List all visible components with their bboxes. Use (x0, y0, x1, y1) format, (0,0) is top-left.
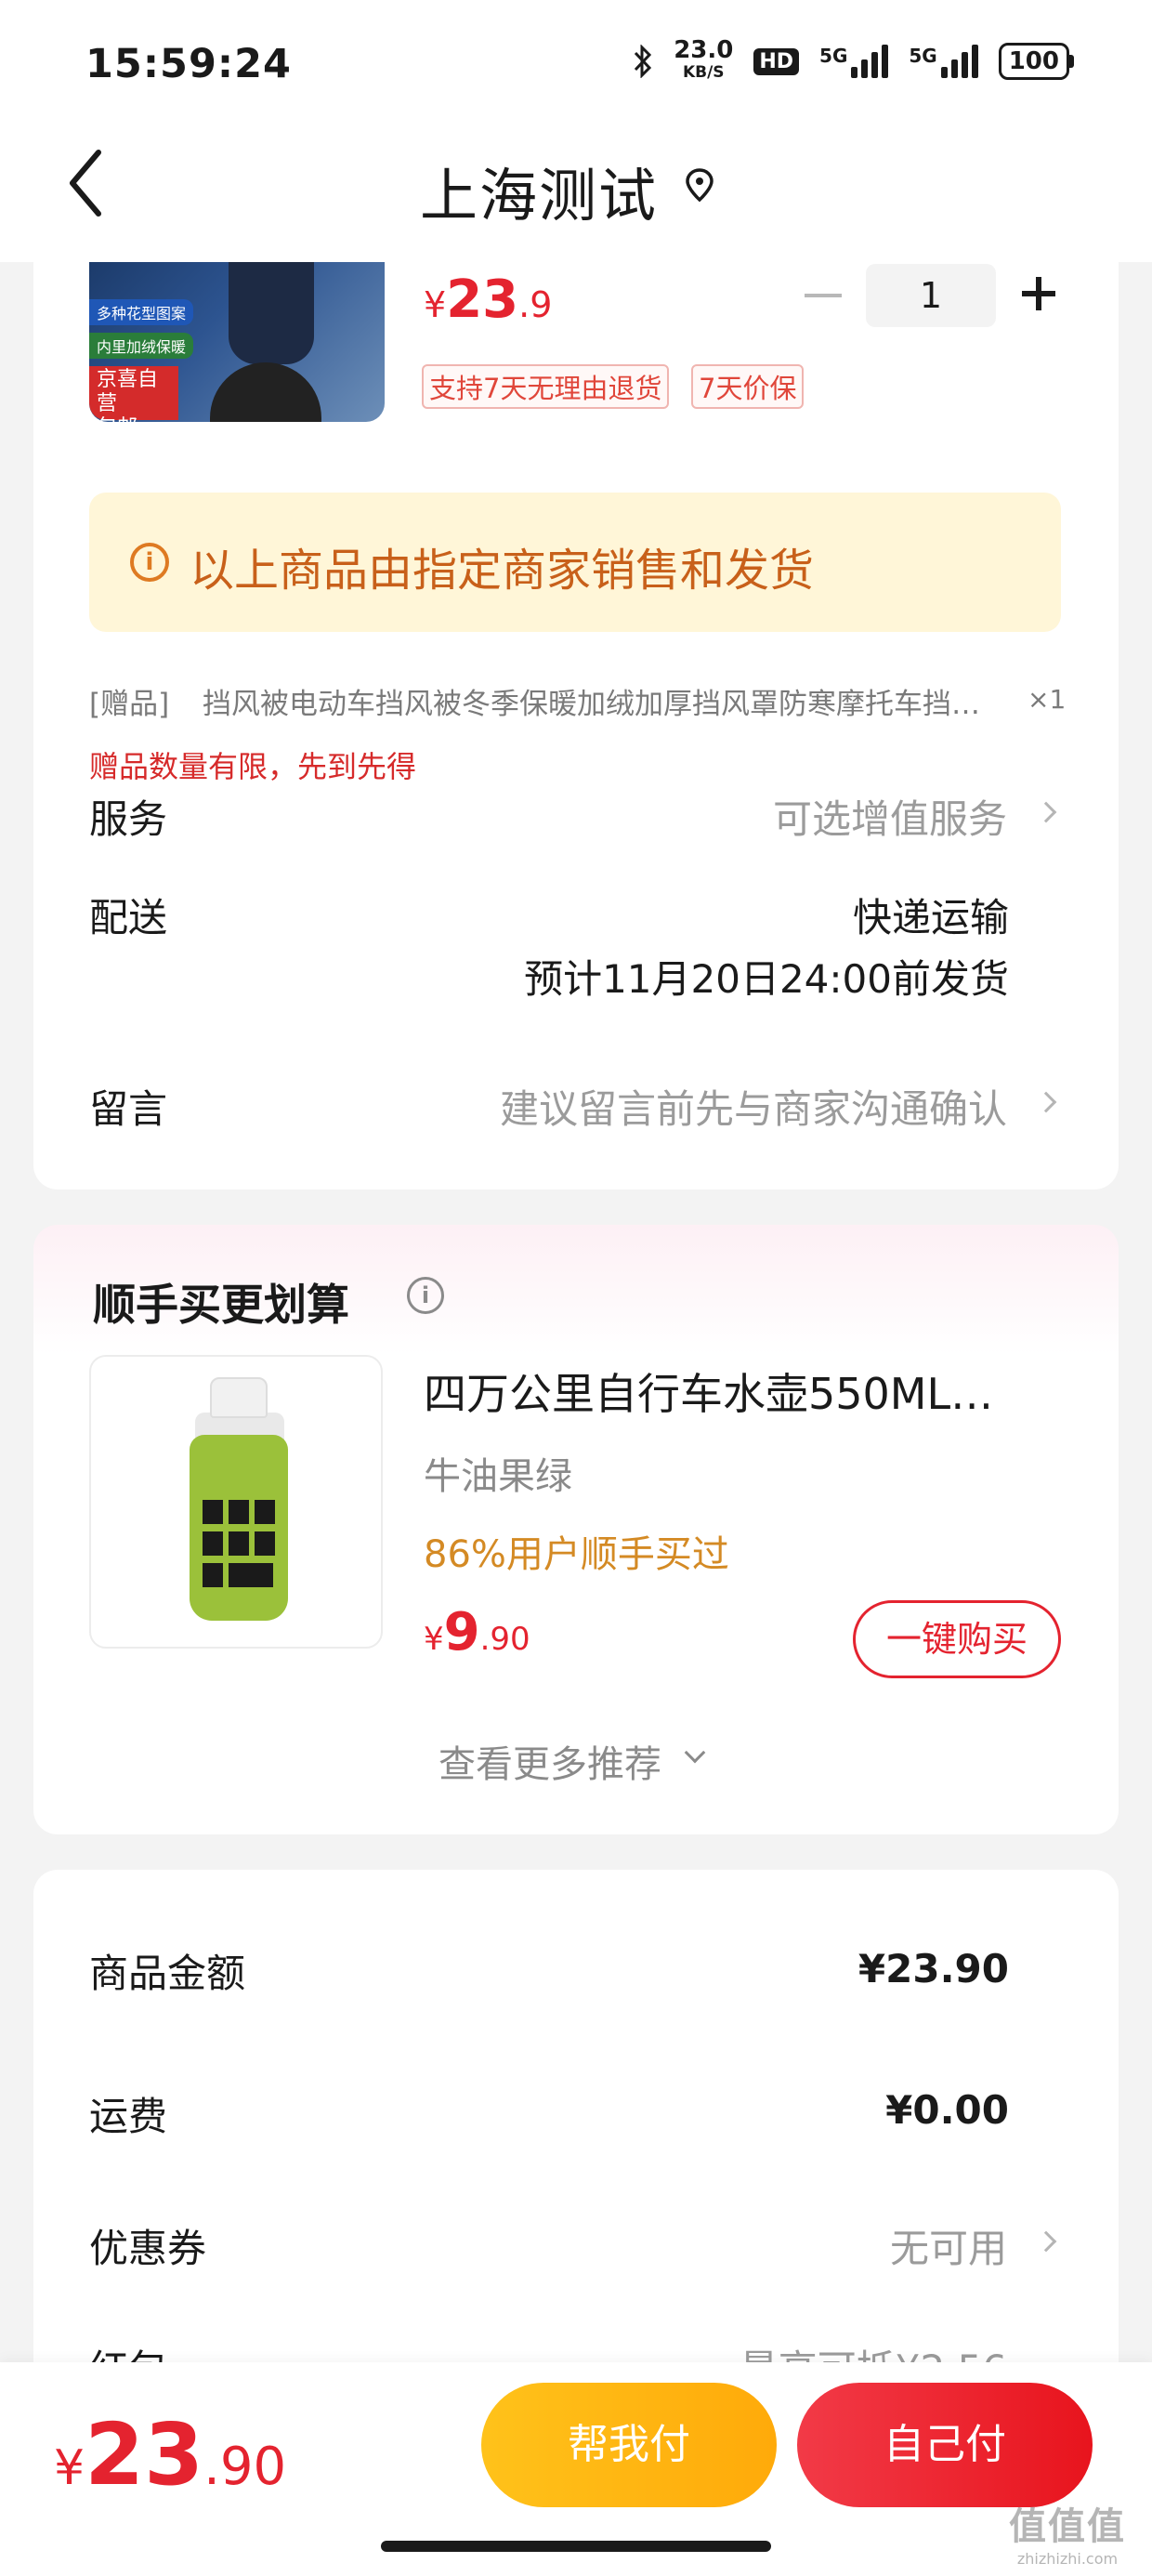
gift-quantity: ×1 (1028, 684, 1067, 715)
quantity-increase-button[interactable] (1022, 277, 1055, 310)
goods-amount-label: 商品金额 (89, 1951, 246, 1996)
delivery-value: 快递运输 (852, 895, 1009, 940)
info-icon[interactable]: i (407, 1277, 444, 1314)
speed-unit: KB/S (682, 63, 725, 82)
battery-icon: 100 (998, 43, 1074, 80)
bluetooth-icon (635, 45, 652, 78)
delivery-label: 配送 (89, 895, 168, 940)
image-tag: 内里加绒保暖 (89, 333, 194, 359)
price-currency: ¥ (424, 284, 447, 325)
goods-amount-value: ¥23.90 (857, 1946, 1009, 1991)
total-price: ¥23.90 (54, 2405, 286, 2504)
gift-name[interactable]: 挡风被电动车挡风被冬季保暖加绒加厚挡风罩防寒摩托车挡风被 (203, 680, 983, 722)
signal-label: 5G (819, 45, 848, 67)
image-tag: 多种花型图案 (89, 299, 194, 325)
product-price: ¥23.9 (424, 269, 552, 330)
location-pin-icon[interactable] (684, 167, 715, 203)
coupon-value[interactable]: 无可用 (890, 2217, 1007, 2274)
quantity-input[interactable]: 1 (866, 264, 996, 327)
price-currency: ¥ (54, 2440, 85, 2496)
watermark-logo: 值值值 (1009, 2505, 1126, 2548)
product-image[interactable]: 多种花型图案 内里加绒保暖 京喜自营 包邮 (89, 262, 385, 422)
signal-label: 5G (909, 45, 937, 67)
watermark: 值值值 zhizhizhi.com (1009, 2496, 1126, 2568)
status-time: 15:59:24 (85, 41, 292, 87)
one-click-buy-button[interactable]: 一键购买 (853, 1600, 1061, 1678)
freight-value: ¥0.00 (885, 2087, 1009, 2133)
status-icons: 23.0 KB/S HD 5G 5G 100 (633, 36, 1074, 84)
return-policy-badge: 支持7天无理由退货 (422, 364, 670, 409)
price-currency: ¥ (424, 1621, 444, 1658)
info-icon: i (130, 543, 169, 582)
message-input[interactable]: 建议留言前先与商家沟通确认 (500, 1078, 1007, 1135)
gift-tag: [赠品] (89, 688, 170, 721)
see-more-recommendations-link[interactable]: 查看更多推荐 (439, 1734, 661, 1788)
price-protect-badge: 7天价保 (691, 364, 805, 409)
service-value[interactable]: 可选增值服务 (773, 788, 1007, 845)
seller-notice-text: 以上商品由指定商家销售和发货 (190, 545, 815, 597)
price-decimal: .90 (479, 1621, 530, 1658)
signal-icon: 5G (909, 45, 978, 78)
recommend-product-price: ¥9.90 (424, 1602, 530, 1663)
recommend-product-image[interactable] (89, 1355, 383, 1649)
recommend-product-spec: 牛油果绿 (424, 1455, 572, 1498)
help-me-pay-button[interactable]: 帮我付 (481, 2383, 777, 2507)
price-decimal: .90 (203, 2437, 287, 2497)
image-tag: 京喜自营 包邮 (89, 366, 178, 422)
price-integer: 23 (446, 269, 519, 330)
battery-level: 100 (998, 43, 1069, 80)
delivery-estimate: 预计11月20日24:00前发货 (524, 956, 1009, 1002)
watermark-url: zhizhizhi.com (1016, 2550, 1119, 2568)
back-arrow-icon[interactable] (65, 149, 106, 217)
gift-warning: 赠品数量有限，先到先得 (89, 749, 417, 784)
signal-icon: 5G (819, 45, 889, 78)
service-label: 服务 (89, 796, 168, 842)
recommend-title: 顺手买更划算 (93, 1280, 349, 1330)
freight-label: 运费 (89, 2094, 168, 2139)
quantity-decrease-button[interactable] (805, 294, 842, 297)
price-integer: 23 (85, 2405, 204, 2504)
price-decimal: .9 (518, 284, 553, 325)
page-title: 上海测试 (420, 162, 659, 230)
hd-icon: HD (753, 47, 800, 75)
coupon-label: 优惠券 (89, 2226, 207, 2271)
network-speed: 23.0 KB/S (674, 36, 734, 84)
message-label: 留言 (89, 1086, 168, 1132)
price-integer: 9 (443, 1602, 480, 1663)
pay-myself-button[interactable]: 自己付 (797, 2383, 1093, 2507)
home-indicator[interactable] (381, 2541, 771, 2552)
recommend-product-name[interactable]: 四万公里自行车水壶550ML… (424, 1360, 1037, 1422)
speed-value: 23.0 (674, 36, 734, 64)
recommend-product-stat: 86%用户顺手买过 (424, 1533, 729, 1576)
